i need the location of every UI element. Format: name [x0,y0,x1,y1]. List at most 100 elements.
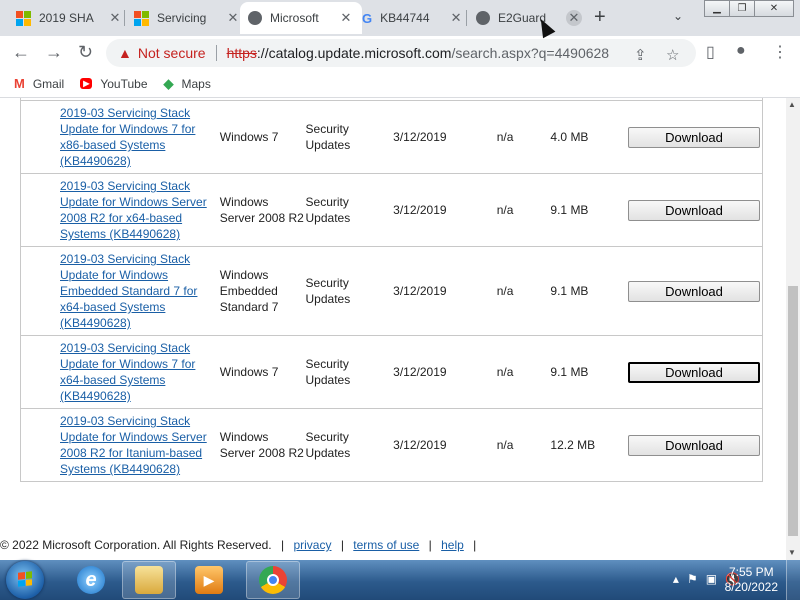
url-protocol: https [226,45,257,61]
maps-icon: ◆ [163,75,174,91]
browser-toolbar: ← → ↻ ▲ Not secure https://catalog.updat… [0,36,800,70]
reload-icon[interactable]: ↻ [78,42,93,63]
close-icon[interactable]: ✕ [225,10,241,26]
terms-link[interactable]: terms of use [353,538,419,552]
star-icon[interactable]: ☆ [666,46,679,64]
network-icon[interactable]: ▣ [706,572,717,586]
tab-search-button[interactable]: ⌄ [673,9,683,23]
divider: | [340,538,344,552]
update-title-link[interactable]: 2019-03 Servicing Stack Update for Windo… [60,252,197,330]
download-button[interactable]: Download [628,199,760,221]
file-explorer-icon[interactable] [122,561,176,599]
version-cell: n/a [496,408,551,482]
page-footer: © 2022 Microsoft Corporation. All Rights… [0,538,786,552]
update-title-link[interactable]: 2019-03 Servicing Stack Update for Windo… [60,341,195,403]
privacy-link[interactable]: privacy [293,538,331,552]
media-player-icon[interactable]: ▶ [182,561,236,599]
vertical-scrollbar[interactable]: ▲ ▼ [786,98,800,560]
divider: | [280,538,285,552]
classification-cell: Security Updates [305,246,394,336]
tab-5[interactable]: E2Guard ✕ [468,2,590,34]
globe-icon [248,11,262,25]
tab-3-active[interactable]: Microsoft ✕ [240,2,362,34]
profile-avatar-icon[interactable]: ● [736,42,746,60]
download-button[interactable]: Download [628,434,760,456]
back-arrow-icon[interactable]: ← [12,42,30,63]
size-cell: 9.1 MB [550,246,628,336]
flag-icon[interactable]: ⚑ [687,572,698,586]
date-cell: 3/12/2019 [393,173,497,247]
help-link[interactable]: help [441,538,464,552]
tab-separator [466,10,467,26]
bookmark-youtube[interactable]: ▶ YouTube [80,77,148,91]
close-icon[interactable]: ✕ [107,10,123,26]
download-button[interactable]: Download [628,361,760,383]
size-cell: 4.0 MB [550,100,628,174]
minimize-icon[interactable]: ▁ [704,0,730,17]
side-panel-icon[interactable]: ▯ [706,42,715,62]
forward-arrow-icon[interactable]: → [45,42,63,63]
version-cell: n/a [496,173,551,247]
update-title-link[interactable]: 2019-03 Servicing Stack Update for Windo… [60,106,195,168]
date-cell: 3/12/2019 [393,335,497,409]
bookmark-gmail[interactable]: M Gmail [14,76,64,91]
close-icon[interactable]: ✕ [566,10,582,26]
address-bar[interactable]: ▲ Not secure https://catalog.update.micr… [106,39,696,67]
scroll-thumb[interactable] [788,286,798,536]
bookmark-label: Gmail [32,76,65,91]
url-path: /search.aspx?q=4490628 [451,45,610,61]
tab-1[interactable]: 2019 SHA ✕ [8,2,131,34]
menu-kebab-icon[interactable]: ⋮ [772,42,788,62]
globe-icon [476,11,490,25]
table-row: 2019-03 Servicing Stack Update for Windo… [20,173,763,247]
classification-cell: Security Updates [305,408,394,482]
bookmark-maps[interactable]: ◆ Maps [164,76,211,92]
gmail-icon: M [14,76,25,91]
close-icon[interactable]: ✕ [338,10,354,26]
clock[interactable]: 7:55 PM 8/20/2022 [725,565,778,595]
clock-date: 8/20/2022 [724,580,778,594]
divider [215,45,217,61]
close-window-icon[interactable]: ✕ [754,0,794,17]
product-cell: Windows 7 [219,335,306,409]
restore-icon[interactable]: ❐ [729,0,755,17]
date-cell: 3/12/2019 [393,100,497,174]
scroll-down-icon[interactable]: ▼ [788,548,796,557]
scroll-up-icon[interactable]: ▲ [788,100,796,109]
chrome-icon[interactable] [246,561,300,599]
version-cell: n/a [496,246,551,336]
share-icon[interactable]: ⇪ [634,46,647,64]
bookmark-label: Maps [181,76,211,91]
security-status[interactable]: Not secure [138,45,206,61]
close-icon[interactable]: ✕ [448,10,464,26]
update-title-link[interactable]: 2019-03 Servicing Stack Update for Windo… [60,179,207,241]
tab-4[interactable]: G KB44744 ✕ [354,2,472,34]
internet-explorer-icon[interactable]: e [64,561,118,599]
product-cell: Windows Server 2008 R2 [219,408,306,482]
size-cell: 9.1 MB [550,335,628,409]
google-g-icon: G [362,10,373,26]
table-row: 2019-03 Servicing Stack Update for Windo… [20,100,763,174]
date-cell: 3/12/2019 [393,246,497,336]
window-controls: ▁ ❐ ✕ [704,0,794,17]
update-title-link[interactable]: 2019-03 Servicing Stack Update for Windo… [60,414,207,476]
tab-2[interactable]: Servicing ✕ [126,2,249,34]
new-tab-button[interactable]: + [594,7,606,27]
tab-title: Servicing [157,11,207,25]
show-desktop-button[interactable] [786,560,800,600]
product-cell: Windows 7 [219,100,306,174]
tab-title: Microsoft [270,11,319,25]
size-cell: 12.2 MB [550,408,628,482]
windows-taskbar: e ▶ ▴ ⚑ ▣ 🔇 7:55 PM 8/20/2022 [0,560,800,600]
download-button[interactable]: Download [628,280,760,302]
size-cell: 9.1 MB [550,173,628,247]
download-button[interactable]: Download [628,126,760,148]
tab-title: KB44744 [380,11,430,25]
copyright-text: © 2022 Microsoft Corporation. All Rights… [0,538,272,552]
page-content: 2019-03 Servicing Stack Update for Windo… [0,98,786,560]
url-host: ://catalog.update.microsoft.com [256,45,452,61]
tray-expand-icon[interactable]: ▴ [673,572,679,586]
start-button[interactable] [6,561,44,599]
tab-strip: 2019 SHA ✕ Servicing ✕ Microsoft ✕ G KB4… [0,0,800,36]
table-row: 2019-03 Servicing Stack Update for Windo… [20,335,763,409]
